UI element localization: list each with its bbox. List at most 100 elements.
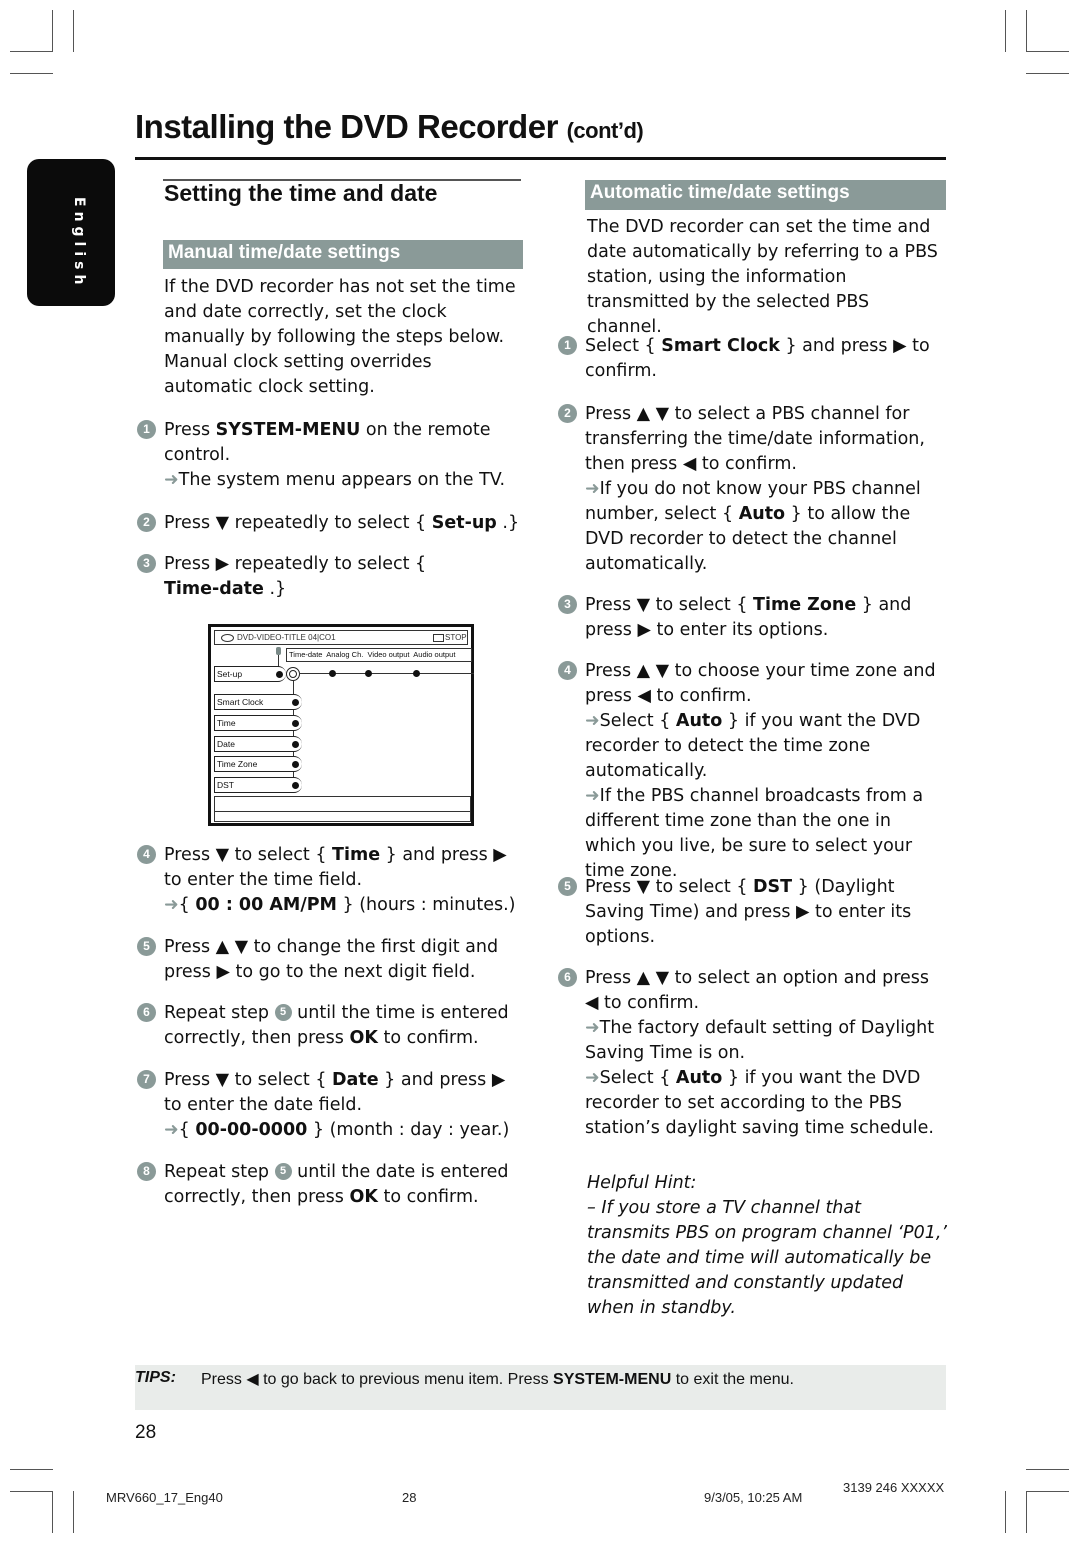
step-number: 4 xyxy=(558,661,577,680)
step-key: Time-date xyxy=(164,579,264,599)
step-number: 3 xyxy=(558,595,577,614)
tips-label: TIPS: xyxy=(135,1369,176,1386)
step-key: DST xyxy=(753,877,793,897)
manual-step-4: 4 Press ▼ to select { Time } and press ▶… xyxy=(137,843,524,918)
crop-mark xyxy=(73,1491,74,1533)
arrow-icon: ➜ xyxy=(585,711,600,731)
tv-menu-item: DST xyxy=(214,777,302,793)
tips-text-part: Press ◀ to go back to previous menu item… xyxy=(201,1371,554,1388)
tv-menu-item: Time xyxy=(214,715,302,731)
step-key: OK xyxy=(349,1187,378,1207)
auto-step-2: 2 Press ▲ ▼ to select a PBS channel for … xyxy=(558,402,945,577)
tv-menu-label: Time xyxy=(217,718,236,728)
step-result-value: Auto xyxy=(738,504,786,524)
crop-mark xyxy=(52,1491,53,1533)
step-text: Press xyxy=(164,420,216,440)
arrow-icon: ➜ xyxy=(164,1120,179,1140)
crop-mark xyxy=(1026,10,1027,52)
step-number: 1 xyxy=(558,336,577,355)
crop-mark xyxy=(1026,51,1069,52)
hint-title: Helpful Hint: xyxy=(587,1173,697,1193)
arrow-icon: ➜ xyxy=(164,895,179,915)
menu-pointer-icon xyxy=(276,647,281,655)
disc-icon xyxy=(221,634,234,642)
step-text: Press ▼ to select { xyxy=(164,845,333,865)
manual-step-3: 3 Press ▶ repeatedly to select { Time-da… xyxy=(137,552,464,602)
tv-menu-label: Time Zone xyxy=(217,759,258,769)
step-number: 5 xyxy=(137,937,156,956)
tv-tab: Audio output xyxy=(413,650,456,659)
helpful-hint: Helpful Hint: – If you store a TV channe… xyxy=(587,1171,947,1321)
step-result: If the PBS channel broadcasts from a dif… xyxy=(585,786,924,881)
manual-step-5: 5 Press ▲ ▼ to change the first digit an… xyxy=(137,935,524,985)
auto-step-4: 4 Press ▲ ▼ to choose your time zone and… xyxy=(558,659,947,884)
tv-menu-item: Time Zone xyxy=(214,756,302,772)
step-result: The system menu appears on the TV. xyxy=(178,470,506,490)
step-number: 5 xyxy=(558,877,577,896)
automatic-intro: The DVD recorder can set the time and da… xyxy=(587,217,938,337)
tv-menu-label: Date xyxy=(217,739,235,749)
crop-mark xyxy=(10,1491,53,1492)
manual-intro: If the DVD recorder has not set the time… xyxy=(164,277,516,397)
step-number: 8 xyxy=(137,1162,156,1181)
step-text: Press ▲ ▼ to choose your time zone and p… xyxy=(585,661,936,706)
step-key: Date xyxy=(332,1070,379,1090)
subsection-title-manual: Manual time/date settings xyxy=(163,240,523,269)
step-number: 6 xyxy=(137,1003,156,1022)
auto-step-1: 1 Select { Smart Clock } and press ▶ to … xyxy=(558,334,945,384)
dot-icon xyxy=(365,670,372,677)
footer-code: 3139 246 XXXXX xyxy=(843,1480,945,1495)
dot-icon xyxy=(329,670,336,677)
tv-info-bar xyxy=(214,811,471,822)
step-result-value: 00-00-0000 xyxy=(195,1120,308,1140)
footer-timestamp: 9/3/05, 10:25 AM xyxy=(704,1490,803,1505)
step-text: Press ▲ ▼ to select a PBS channel for tr… xyxy=(585,404,925,474)
tv-menu-label: Set-up xyxy=(217,669,243,679)
tv-tab-bar: Time-date Analog Ch. Video output Audio … xyxy=(286,648,472,662)
crop-mark xyxy=(1026,1469,1069,1470)
tv-menu-label: Smart Clock xyxy=(217,697,264,707)
step-number: 6 xyxy=(558,968,577,987)
tv-menu-illustration: DVD-VIDEO-TITLE 04|CO1 STOP Time-date An… xyxy=(208,624,474,826)
step-key: Smart Clock xyxy=(661,336,780,356)
crop-mark xyxy=(10,73,53,74)
step-number: 1 xyxy=(137,420,156,439)
crop-mark xyxy=(1026,1491,1069,1492)
crop-mark xyxy=(73,10,74,52)
arrow-icon: ➜ xyxy=(585,1018,600,1038)
step-key: Time Zone xyxy=(753,595,857,615)
arrow-icon: ➜ xyxy=(585,786,600,806)
step-result-value: Auto xyxy=(675,711,723,731)
tv-status-right: STOP xyxy=(445,633,467,642)
step-result-value: 00 : 00 AM/PM xyxy=(195,895,337,915)
step-key: Set-up xyxy=(431,513,497,533)
wheel-inner xyxy=(289,670,297,678)
step-key: SYSTEM-MENU xyxy=(215,420,361,440)
crop-mark xyxy=(10,1469,53,1470)
step-text: Press ▲ ▼ to change the first digit and … xyxy=(164,937,499,982)
step-text: Press ▶ repeatedly to select { xyxy=(164,554,427,574)
tips-text: Press ◀ to go back to previous menu item… xyxy=(201,1369,794,1389)
step-text: Press ▲ ▼ to select an option and press … xyxy=(585,968,930,1013)
tv-menu-setup: Set-up xyxy=(214,666,286,682)
tv-tab: Video output xyxy=(367,650,410,659)
manual-step-7: 7 Press ▼ to select { Date } and press ▶… xyxy=(137,1068,524,1143)
step-reference-badge: 5 xyxy=(274,1162,292,1180)
step-reference-badge: 5 xyxy=(274,1003,292,1021)
step-number: 4 xyxy=(137,845,156,864)
step-key: OK xyxy=(349,1028,378,1048)
step-text: Repeat step xyxy=(164,1162,275,1182)
page-title: Installing the DVD Recorder (cont’d) xyxy=(135,108,644,146)
step-result: { xyxy=(178,895,196,915)
tv-status-left: DVD-VIDEO-TITLE 04|CO1 xyxy=(237,633,336,642)
manual-step-1: 1 Press SYSTEM-MENU on the remote contro… xyxy=(137,418,524,493)
step-number: 2 xyxy=(137,513,156,532)
step-result: { xyxy=(178,1120,196,1140)
auto-step-5: 5 Press ▼ to select { DST } (Daylight Sa… xyxy=(558,875,945,950)
stop-icon xyxy=(433,634,444,642)
footer-page: 28 xyxy=(402,1490,417,1505)
language-tab: English xyxy=(27,159,115,306)
page-title-suffix: (cont’d) xyxy=(566,118,644,143)
navigation-wheel-icon xyxy=(286,667,300,681)
step-text: .} xyxy=(263,579,287,599)
